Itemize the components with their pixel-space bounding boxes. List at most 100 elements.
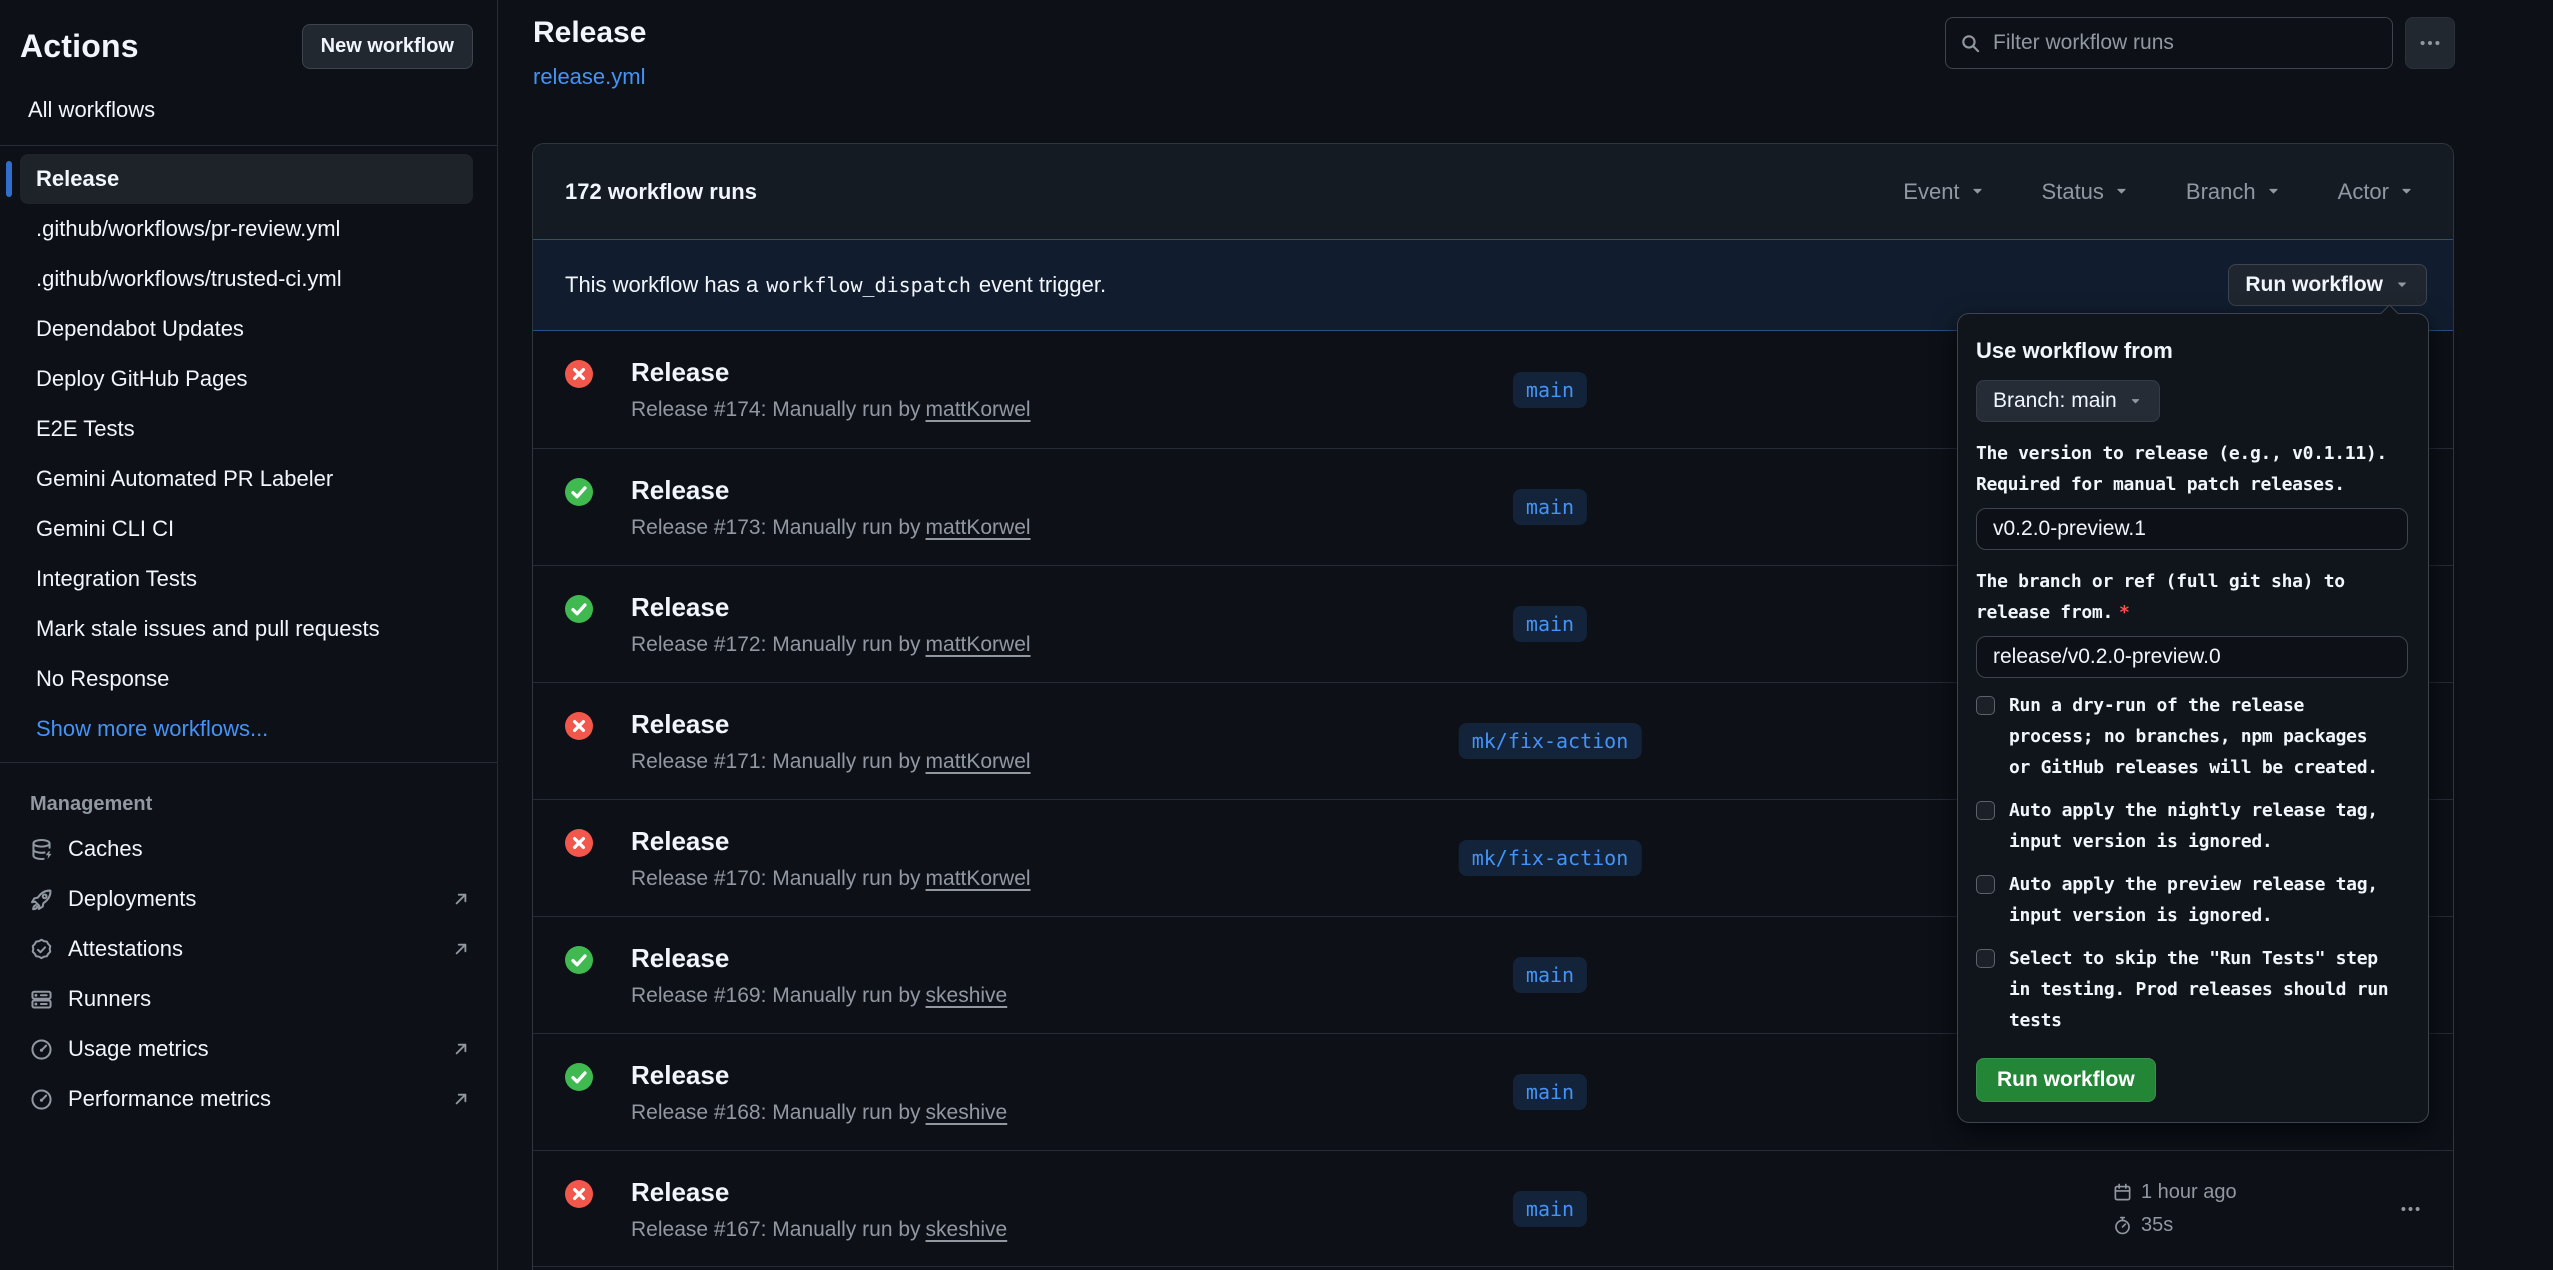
chevron-down-icon [2265, 183, 2282, 200]
sidebar-item-trusted-ci[interactable]: .github/workflows/trusted-ci.yml [20, 254, 473, 304]
sidebar-item-attestations[interactable]: Attestations [0, 924, 497, 974]
run-description-text: Release #172: Manually run by [631, 633, 921, 656]
run-title-link[interactable]: Release [631, 826, 1031, 856]
run-options-button[interactable] [2394, 1192, 2427, 1225]
workflow-run-row[interactable]: Release Release #167: Manually run byske… [533, 1150, 2453, 1267]
run-info: Release Release #173: Manually run bymat… [631, 475, 1031, 540]
kebab-icon [2419, 32, 2441, 54]
sidebar-divider [0, 145, 497, 146]
sidebar-item-performance-metrics[interactable]: Performance metrics [0, 1074, 497, 1124]
run-title-link[interactable]: Release [631, 943, 1007, 973]
run-description: Release #170: Manually run bymattKorwel [631, 867, 1031, 891]
run-workflow-submit-button[interactable]: Run workflow [1976, 1058, 2156, 1102]
sidebar-item-mark-stale[interactable]: Mark stale issues and pull requests [20, 604, 473, 654]
run-description: Release #167: Manually run byskeshive [631, 1218, 1007, 1242]
external-link-icon [451, 889, 471, 909]
sidebar-item-all-workflows[interactable]: All workflows [0, 85, 497, 137]
workflow-runs-count: 172 workflow runs [565, 179, 757, 205]
chevron-down-icon [1969, 183, 1986, 200]
external-link-icon [451, 1089, 471, 1109]
new-workflow-button[interactable]: New workflow [302, 24, 473, 69]
checkbox-icon[interactable] [1976, 875, 1995, 894]
branch-filter-dropdown[interactable]: Branch [2180, 178, 2288, 206]
banner-text-after: event trigger. [979, 272, 1106, 297]
rocket-icon [30, 888, 53, 911]
run-title-link[interactable]: Release [631, 1177, 1007, 1207]
branch-badge[interactable]: main [1513, 957, 1587, 993]
search-icon [1960, 33, 1981, 54]
run-meta: 1 hour ago 35s [2113, 1181, 2237, 1237]
ref-input-label: The branch or ref (full git sha) to rele… [1976, 566, 2414, 628]
run-description-text: Release #170: Manually run by [631, 867, 921, 890]
run-actor-link[interactable]: skeshive [926, 1101, 1008, 1124]
branch-badge[interactable]: mk/fix-action [1459, 840, 1642, 876]
run-actor-link[interactable]: mattKorwel [926, 750, 1031, 773]
sidebar-header: Actions New workflow [0, 0, 497, 85]
checkbox-label: Auto apply the preview release tag, inpu… [2009, 869, 2393, 931]
run-workflow-dialog: Use workflow from Branch: main The versi… [1957, 313, 2429, 1123]
sidebar-item-pr-review[interactable]: .github/workflows/pr-review.yml [20, 204, 473, 254]
branch-badge[interactable]: mk/fix-action [1459, 723, 1642, 759]
sidebar-item-deployments[interactable]: Deployments [0, 874, 497, 924]
sidebar-item-gemini-pr-labeler[interactable]: Gemini Automated PR Labeler [20, 454, 473, 504]
branch-badge[interactable]: main [1513, 606, 1587, 642]
run-info: Release Release #170: Manually run bymat… [631, 826, 1031, 891]
run-title-link[interactable]: Release [631, 475, 1031, 505]
status-success-icon [565, 478, 593, 506]
workflow-file-link[interactable]: release.yml [533, 64, 645, 90]
checkbox-icon[interactable] [1976, 801, 1995, 820]
run-actor-link[interactable]: mattKorwel [926, 398, 1031, 421]
sidebar-item-release[interactable]: Release [20, 154, 473, 204]
status-success-icon [565, 946, 593, 974]
branch-badge[interactable]: main [1513, 489, 1587, 525]
chevron-down-icon [2398, 183, 2415, 200]
run-title-link[interactable]: Release [631, 357, 1031, 387]
run-description-text: Release #174: Manually run by [631, 398, 921, 421]
selected-accent-bar [6, 161, 12, 197]
run-actor-link[interactable]: mattKorwel [926, 867, 1031, 890]
preview-tag-checkbox-row[interactable]: Auto apply the preview release tag, inpu… [1976, 869, 2408, 931]
run-description-text: Release #168: Manually run by [631, 1101, 921, 1124]
dry-run-checkbox-row[interactable]: Run a dry-run of the release process; no… [1976, 690, 2408, 783]
filter-workflow-runs-box[interactable] [1945, 17, 2393, 69]
version-input[interactable] [1976, 508, 2408, 550]
actor-filter-dropdown[interactable]: Actor [2332, 178, 2421, 206]
branch-selector-dropdown[interactable]: Branch: main [1976, 380, 2160, 422]
checkbox-icon[interactable] [1976, 696, 1995, 715]
sidebar-item-usage-metrics[interactable]: Usage metrics [0, 1024, 497, 1074]
run-actor-link[interactable]: skeshive [926, 984, 1008, 1007]
sidebar-item-e2e-tests[interactable]: E2E Tests [20, 404, 473, 454]
branch-badge[interactable]: main [1513, 1191, 1587, 1227]
sidebar-item-no-response[interactable]: No Response [20, 654, 473, 704]
sidebar-item-caches[interactable]: Caches [0, 824, 497, 874]
run-actor-link[interactable]: mattKorwel [926, 633, 1031, 656]
run-description: Release #169: Manually run byskeshive [631, 984, 1007, 1008]
search-input[interactable] [1991, 30, 2378, 56]
stopwatch-icon [2113, 1216, 2132, 1235]
filter-label: Status [2042, 179, 2104, 205]
run-title-link[interactable]: Release [631, 592, 1031, 622]
sidebar-item-runners[interactable]: Runners [0, 974, 497, 1024]
run-title-link[interactable]: Release [631, 1060, 1007, 1090]
sidebar-item-gemini-cli-ci[interactable]: Gemini CLI CI [20, 504, 473, 554]
workflow-options-button[interactable] [2405, 17, 2455, 69]
meter-icon [30, 1038, 53, 1061]
run-workflow-dropdown-button[interactable]: Run workflow [2228, 264, 2427, 306]
run-actor-link[interactable]: mattKorwel [926, 516, 1031, 539]
nightly-tag-checkbox-row[interactable]: Auto apply the nightly release tag, inpu… [1976, 795, 2408, 857]
run-actor-link[interactable]: skeshive [926, 1218, 1008, 1241]
sidebar-item-dependabot-updates[interactable]: Dependabot Updates [20, 304, 473, 354]
triangle-down-icon [2394, 277, 2410, 293]
branch-badge[interactable]: main [1513, 1074, 1587, 1110]
show-more-workflows-link[interactable]: Show more workflows... [20, 704, 473, 754]
checkbox-label: Run a dry-run of the release process; no… [2009, 690, 2393, 783]
event-filter-dropdown[interactable]: Event [1897, 178, 1991, 206]
checkbox-icon[interactable] [1976, 949, 1995, 968]
sidebar-item-deploy-github-pages[interactable]: Deploy GitHub Pages [20, 354, 473, 404]
sidebar-item-integration-tests[interactable]: Integration Tests [20, 554, 473, 604]
branch-badge[interactable]: main [1513, 372, 1587, 408]
run-title-link[interactable]: Release [631, 709, 1031, 739]
status-filter-dropdown[interactable]: Status [2036, 178, 2136, 206]
skip-tests-checkbox-row[interactable]: Select to skip the "Run Tests" step in t… [1976, 943, 2408, 1036]
ref-input[interactable] [1976, 636, 2408, 678]
